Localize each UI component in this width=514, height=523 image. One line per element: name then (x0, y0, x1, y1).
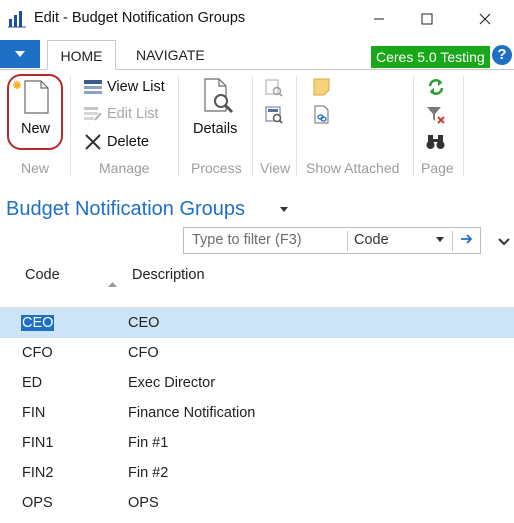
ribbon-divider (178, 76, 179, 176)
page-view-icon (265, 79, 283, 97)
cell-code[interactable]: OPS (22, 495, 53, 511)
cell-description[interactable]: Fin #2 (128, 465, 168, 481)
details-button[interactable]: Details (192, 77, 242, 145)
ribbon-divider (463, 76, 464, 176)
app-menu-button[interactable] (0, 40, 40, 68)
page-title: Budget Notification Groups (6, 198, 246, 220)
table-row[interactable]: FIN Finance Notification (0, 398, 514, 428)
filter-bar: Type to filter (F3) Code (183, 227, 481, 254)
company-badge: Ceres 5.0 Testing (371, 46, 490, 68)
window-title: Edit - Budget Notification Groups (34, 10, 246, 26)
binoculars-icon (426, 135, 445, 149)
table-row[interactable]: CEO CEO (0, 308, 514, 338)
cell-code[interactable]: FIN2 (22, 465, 53, 481)
ribbon-divider (70, 76, 71, 176)
column-header-code[interactable]: Code (25, 267, 60, 283)
group-label-view: View (260, 160, 291, 176)
cell-description[interactable]: CEO (128, 315, 159, 331)
view-list-label: View List (107, 79, 165, 95)
close-button[interactable] (462, 0, 508, 38)
cell-code[interactable]: FIN (22, 405, 45, 421)
link-document-icon (314, 105, 329, 124)
help-icon[interactable]: ? (492, 45, 512, 65)
delete-button[interactable]: Delete (83, 131, 149, 153)
note-icon (313, 78, 330, 96)
cell-description[interactable]: Exec Director (128, 375, 215, 391)
cell-description[interactable]: OPS (128, 495, 159, 511)
details-label: Details (193, 121, 238, 137)
title-bar: Edit - Budget Notification Groups (0, 0, 514, 38)
filter-field-select[interactable]: Code (354, 232, 389, 248)
sort-ascending-icon (108, 279, 117, 289)
cell-code[interactable]: CFO (22, 345, 53, 361)
table-row[interactable]: CFO CFO (0, 338, 514, 368)
caret-down-icon (15, 51, 25, 57)
filter-separator (452, 231, 453, 251)
view-list-button[interactable]: View List (83, 76, 165, 98)
edit-list-label: Edit List (107, 106, 159, 122)
tab-home[interactable]: HOME (47, 40, 116, 70)
view-list-page-button[interactable] (264, 105, 284, 125)
expand-chevron-icon[interactable] (497, 234, 511, 248)
cell-description[interactable]: Finance Notification (128, 405, 255, 421)
filter-separator (347, 231, 348, 251)
tab-navigate[interactable]: NAVIGATE (122, 40, 219, 70)
maximize-button[interactable] (404, 0, 450, 38)
refresh-icon (428, 79, 444, 95)
find-button[interactable] (426, 133, 446, 153)
new-document-icon (13, 80, 49, 114)
delete-label: Delete (107, 134, 149, 150)
table-row[interactable]: FIN2 Fin #2 (0, 458, 514, 488)
table-row[interactable]: FIN1 Fin #1 (0, 428, 514, 458)
notes-button[interactable] (312, 77, 332, 97)
minimize-button[interactable] (356, 0, 402, 38)
chevron-down-icon[interactable] (436, 234, 444, 245)
apply-filter-arrow-icon[interactable] (458, 232, 476, 250)
ribbon-divider (296, 76, 297, 176)
links-button[interactable] (312, 105, 332, 125)
table-row[interactable]: OPS OPS (0, 488, 514, 518)
view-list-icon (83, 78, 103, 96)
new-button-label: New (21, 121, 51, 137)
cell-code[interactable]: FIN1 (22, 435, 53, 451)
group-label-new: New (21, 160, 50, 176)
group-label-process: Process (191, 160, 242, 176)
new-button[interactable] (7, 74, 63, 150)
cell-description[interactable]: CFO (128, 345, 159, 361)
app-icon (8, 10, 26, 28)
group-label-manage: Manage (99, 160, 150, 176)
column-header-description[interactable]: Description (132, 267, 205, 283)
group-label-page: Page (421, 160, 454, 176)
cell-code[interactable]: ED (22, 375, 42, 391)
view-page-button[interactable] (264, 78, 284, 98)
clear-filter-icon (427, 107, 445, 124)
page-title-menu-icon[interactable] (280, 204, 288, 215)
cell-description[interactable]: Fin #1 (128, 435, 168, 451)
list-view-icon (265, 106, 283, 124)
table-row[interactable]: ED Exec Director (0, 368, 514, 398)
ribbon-divider (413, 76, 414, 176)
details-magnifier-icon (204, 78, 234, 114)
cell-code[interactable]: CEO (21, 315, 55, 331)
filter-input[interactable]: Type to filter (F3) (192, 232, 302, 248)
delete-x-icon (83, 133, 103, 151)
edit-list-button[interactable]: Edit List (83, 103, 159, 125)
clear-filter-button[interactable] (426, 105, 446, 125)
edit-list-icon (83, 105, 103, 123)
ribbon-divider (252, 76, 253, 176)
refresh-button[interactable] (426, 77, 446, 97)
group-label-show-attached: Show Attached (306, 160, 400, 176)
